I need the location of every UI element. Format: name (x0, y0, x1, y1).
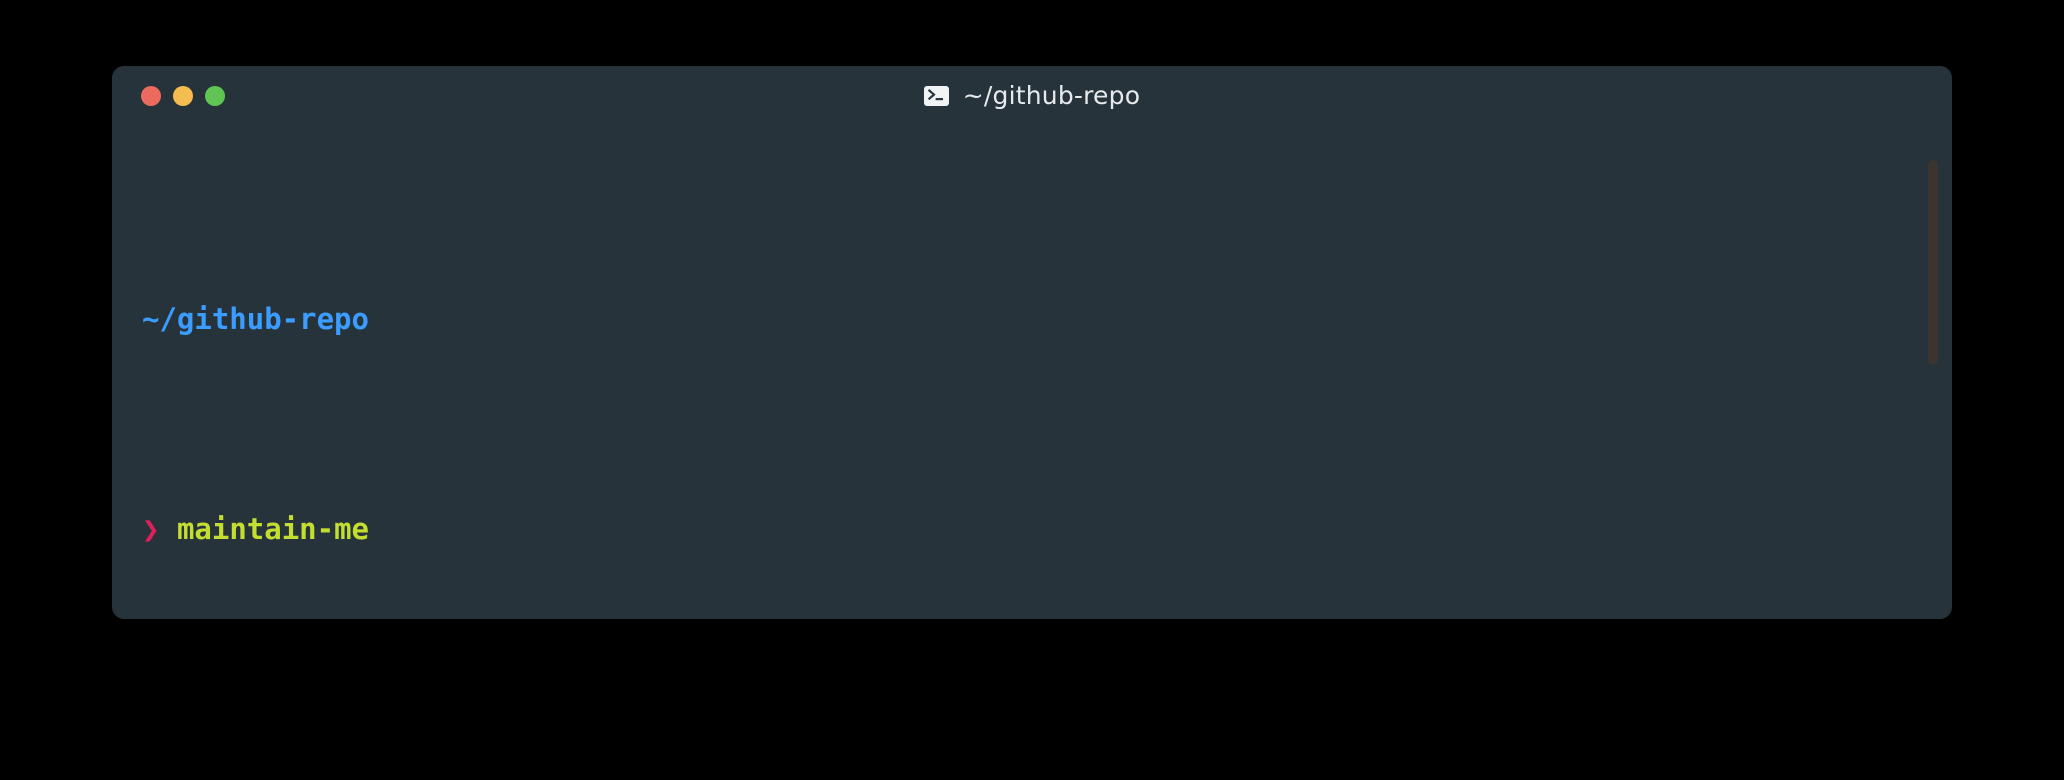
close-button[interactable] (141, 86, 161, 106)
prompt-path: ~/github-repo (142, 302, 369, 336)
maximize-button[interactable] (205, 86, 225, 106)
terminal-icon (923, 85, 949, 106)
minimize-button[interactable] (173, 86, 193, 106)
console-output: ~/github-repo ❯ maintain-me i Added READ… (112, 130, 1952, 619)
screen: ~/github-repo ~/github-repo ❯ maintain-m… (0, 0, 2064, 780)
terminal-body[interactable]: ~/github-repo ❯ maintain-me i Added READ… (112, 122, 1952, 619)
scrollbar-thumb[interactable] (1928, 160, 1938, 365)
window-title-group: ~/github-repo (112, 83, 1952, 108)
prompt-symbol-icon: ❯ (142, 512, 160, 546)
terminal-window: ~/github-repo ~/github-repo ❯ maintain-m… (112, 66, 1952, 619)
window-controls (141, 86, 225, 106)
prompt-path-line: ~/github-repo (142, 298, 1892, 340)
scrollbar[interactable] (1928, 122, 1938, 619)
title-bar[interactable]: ~/github-repo (112, 66, 1952, 122)
window-title: ~/github-repo (962, 81, 1141, 110)
command-text: maintain-me (176, 512, 369, 546)
command-line: ❯ maintain-me (142, 508, 1892, 550)
